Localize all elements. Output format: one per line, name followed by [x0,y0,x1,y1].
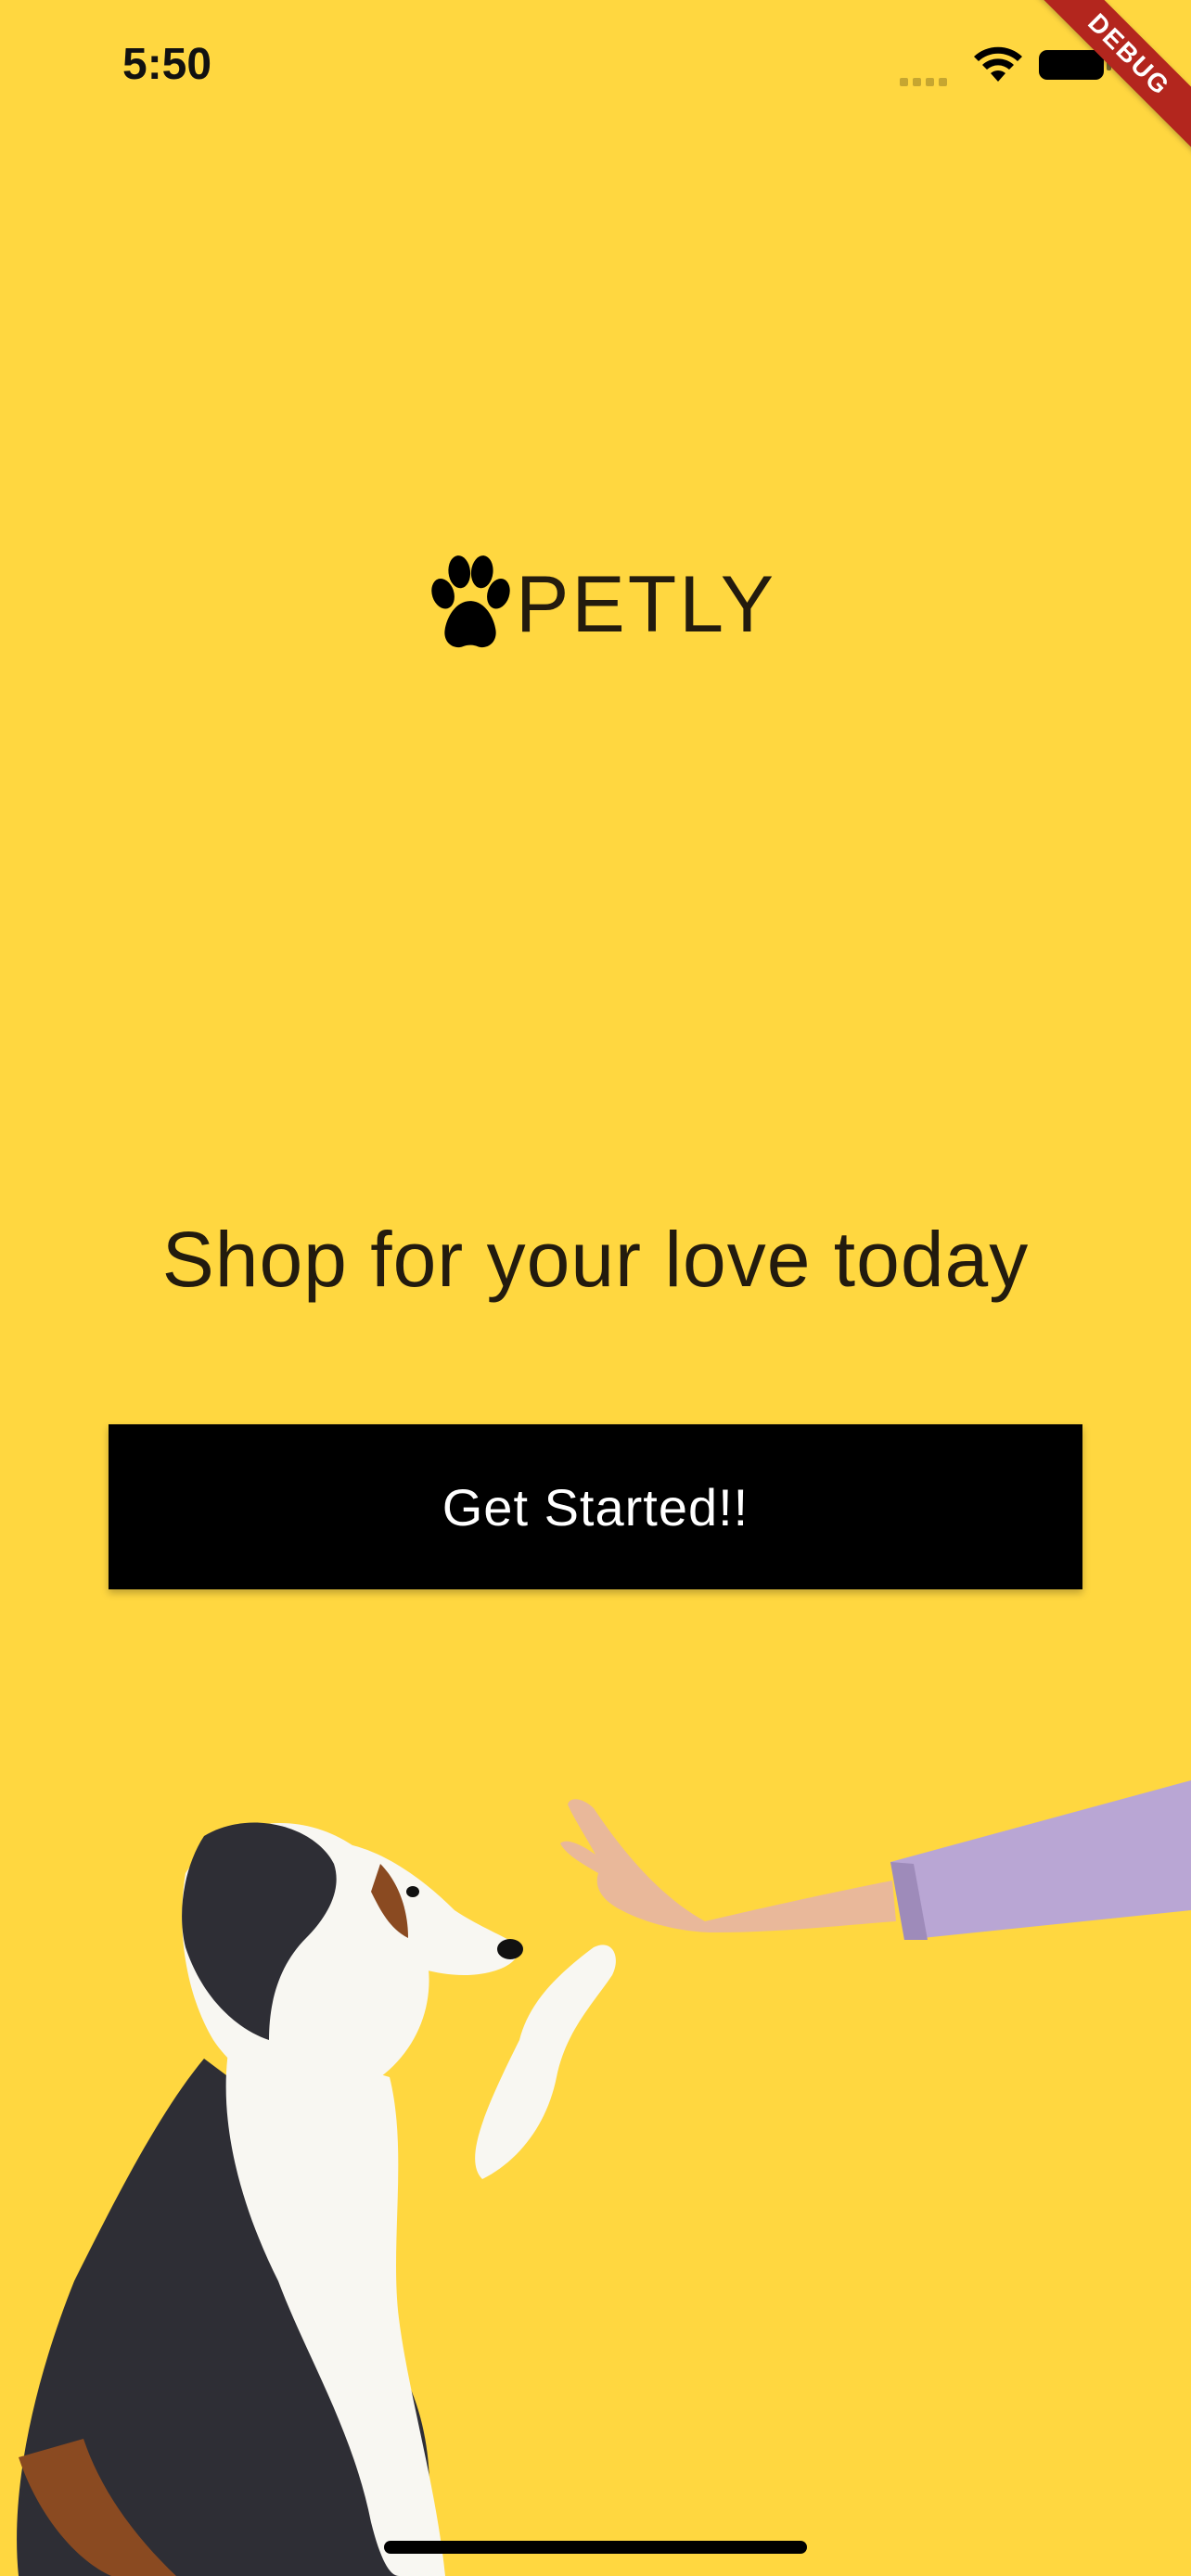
dog [17,1822,616,2576]
home-indicator[interactable] [384,2541,807,2554]
tagline: Shop for your love today [161,1216,1030,1303]
cellular-signal-icon [900,74,952,91]
status-bar: 5:50 [0,0,1191,139]
app-logo: PETLY [425,549,776,660]
status-time: 5:50 [122,40,212,89]
wifi-icon [974,46,1022,82]
get-started-button[interactable]: Get Started!! [109,1424,1082,1589]
hero-illustration [17,1780,1191,2576]
human-arm [560,1780,1191,1940]
logo-text: PETLY [516,559,777,649]
battery-icon [1039,50,1111,80]
paw-icon [431,555,510,648]
